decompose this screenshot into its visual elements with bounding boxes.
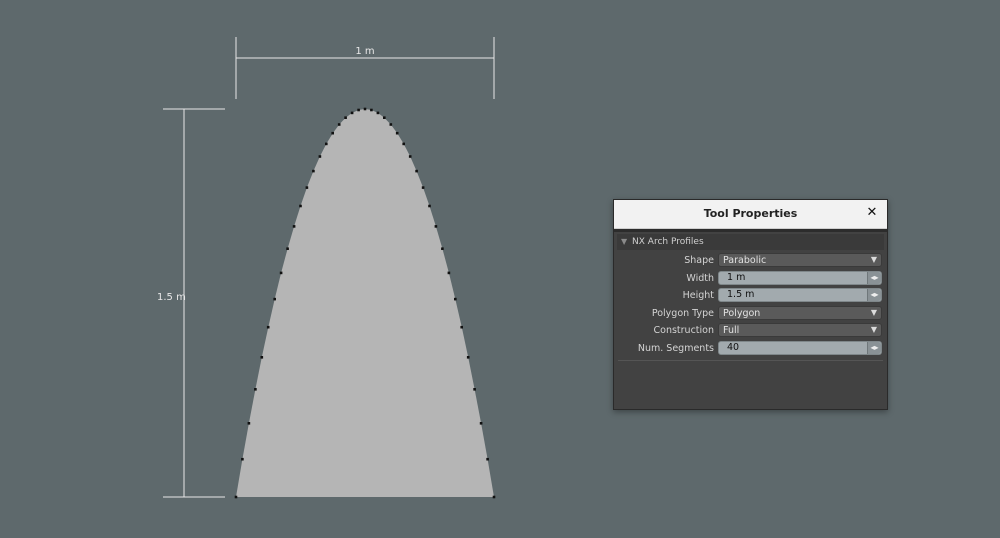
panel-header[interactable]: Tool Properties ✕ [614, 200, 887, 229]
arch-vertex[interactable] [479, 422, 483, 425]
polygon-type-dropdown[interactable]: Polygon ▼ [718, 305, 882, 320]
tool-properties-panel: Tool Properties ✕ ▼ NX Arch Profiles Sha… [613, 199, 888, 410]
arch-vertex[interactable] [460, 325, 463, 329]
height-value: 1.5 m [727, 289, 755, 300]
arch-vertex[interactable] [234, 495, 238, 499]
height-dimension-label: 1.5 m [157, 292, 186, 303]
section-title: NX Arch Profiles [632, 237, 704, 247]
arch-vertex[interactable] [344, 116, 347, 119]
arch-vertex[interactable] [241, 457, 244, 461]
arch-vertex[interactable] [273, 297, 276, 301]
arch-vertex[interactable] [318, 155, 322, 158]
shape-row: Shape Parabolic ▼ [614, 252, 887, 270]
arch-vertex[interactable] [299, 204, 302, 208]
panel-title: Tool Properties [703, 207, 798, 220]
arch-vertex[interactable] [434, 225, 438, 228]
polygon-type-value: Polygon [723, 307, 761, 319]
arch-vertex[interactable] [389, 123, 393, 126]
arch-vertex[interactable] [305, 186, 309, 189]
width-dimension-label: 1 m [355, 46, 375, 57]
arch-vertex[interactable] [441, 247, 444, 250]
construction-value: Full [723, 325, 740, 336]
arch-vertex[interactable] [428, 204, 431, 208]
shape-dropdown[interactable]: Parabolic ▼ [718, 253, 882, 267]
construction-dropdown[interactable]: Full ▼ [718, 323, 882, 337]
chevron-down-icon: ▼ [870, 325, 877, 334]
width-field[interactable]: 1 m ◂▸ [718, 270, 882, 285]
parabolic-arch-shape[interactable] [236, 109, 494, 497]
arch-vertex[interactable] [395, 131, 399, 135]
arch-vertex[interactable] [383, 116, 386, 119]
channel-link-icon[interactable]: ◂▸ [867, 271, 881, 284]
arch-vertex[interactable] [260, 356, 264, 359]
channel-link-icon[interactable]: ◂▸ [867, 289, 881, 301]
chevron-down-icon: ▼ [870, 307, 877, 317]
arch-vertex[interactable] [473, 388, 476, 391]
arch-vertex[interactable] [286, 247, 289, 250]
section-header-nx-arch-profiles[interactable]: ▼ NX Arch Profiles [617, 234, 884, 250]
arch-vertex[interactable] [247, 422, 251, 425]
arch-vertex[interactable] [454, 297, 457, 301]
arch-vertex[interactable] [337, 123, 341, 126]
polygon-type-row: Polygon Type Polygon ▼ [614, 305, 887, 323]
arch-vertex[interactable] [357, 108, 360, 112]
polygon-type-label: Polygon Type [651, 307, 714, 319]
arch-vertex[interactable] [331, 131, 334, 135]
collapse-triangle-icon[interactable]: ▼ [621, 237, 627, 246]
arch-vertex[interactable] [466, 356, 470, 359]
shape-value: Parabolic [723, 255, 767, 266]
close-icon[interactable]: ✕ [864, 205, 880, 221]
arch-vertex[interactable] [292, 225, 296, 228]
arch-vertex[interactable] [279, 271, 283, 275]
height-label: Height [682, 290, 714, 301]
num-segments-field[interactable]: 40 ◂▸ [718, 340, 882, 355]
num-segments-row: Num. Segments 40 ◂▸ [614, 340, 887, 358]
arch-vertex[interactable] [486, 457, 489, 461]
channel-link-icon[interactable]: ◂▸ [867, 341, 881, 354]
height-row: Height 1.5 m ◂▸ [614, 287, 887, 305]
arch-vertex[interactable] [376, 111, 380, 115]
arch-vertex[interactable] [254, 388, 257, 391]
arch-vertex[interactable] [408, 155, 412, 158]
arch-vertex[interactable] [325, 142, 328, 146]
chevron-down-icon: ▼ [870, 255, 877, 264]
section-divider [614, 229, 887, 232]
num-segments-label: Num. Segments [637, 342, 714, 354]
construction-label: Construction [653, 325, 715, 336]
arch-vertex[interactable] [447, 271, 451, 275]
panel-divider [618, 360, 883, 361]
width-row: Width 1 m ◂▸ [614, 270, 887, 288]
arch-vertex[interactable] [492, 495, 496, 499]
num-segments-value: 40 [727, 341, 740, 353]
arch-vertex[interactable] [370, 108, 373, 112]
arch-vertex[interactable] [402, 142, 405, 146]
arch-vertex[interactable] [312, 169, 315, 173]
arch-vertex[interactable] [415, 169, 418, 173]
width-label: Width [686, 272, 714, 284]
shape-label: Shape [684, 255, 714, 266]
arch-vertex[interactable] [266, 325, 270, 329]
height-field[interactable]: 1.5 m ◂▸ [718, 288, 882, 302]
arch-vertex[interactable] [421, 186, 425, 189]
arch-vertex[interactable] [350, 111, 354, 115]
width-value: 1 m [727, 271, 746, 283]
construction-row: Construction Full ▼ [614, 322, 887, 340]
arch-vertex[interactable] [363, 107, 367, 111]
